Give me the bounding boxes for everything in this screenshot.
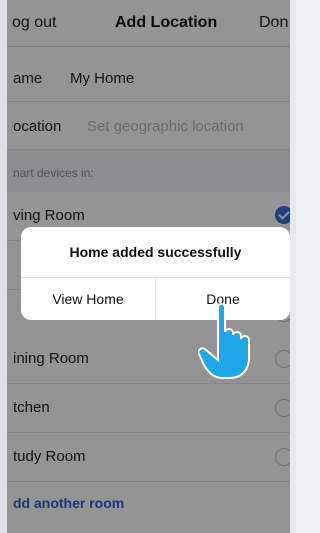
right-strip <box>290 0 296 533</box>
view-home-button[interactable]: View Home <box>21 278 156 320</box>
dialog-message: Home added successfully <box>21 227 290 278</box>
phone-screen: og out Add Location Don ame My Home ocat… <box>0 0 296 533</box>
side-strip <box>0 0 7 533</box>
pointing-hand-icon <box>198 303 250 379</box>
